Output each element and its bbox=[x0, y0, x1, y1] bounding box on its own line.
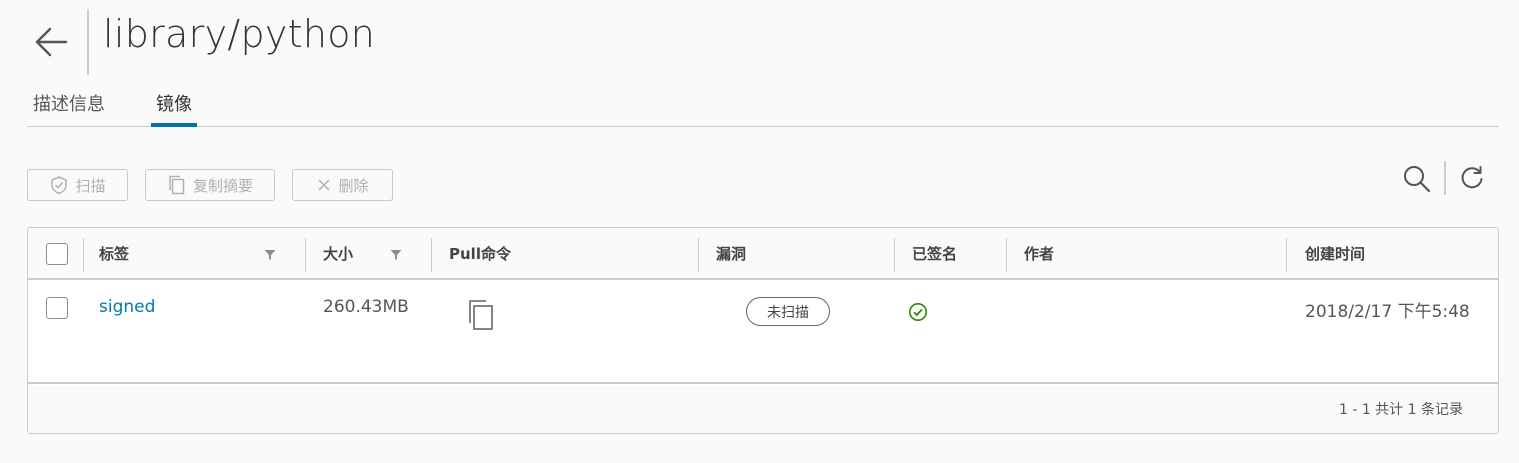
table-footer: 1 - 1 共计 1 条记录 bbox=[28, 386, 1498, 433]
column-header-vulnerability[interactable]: 漏洞 bbox=[716, 243, 746, 264]
copy-icon bbox=[169, 175, 185, 195]
copy-digest-button-label: 复制摘要 bbox=[192, 176, 253, 195]
filter-icon[interactable] bbox=[390, 249, 402, 261]
column-header-tag[interactable]: 标签 bbox=[99, 243, 129, 264]
toolbar-divider bbox=[1444, 161, 1446, 195]
copy-pull-command-icon[interactable] bbox=[466, 298, 496, 332]
page-title: library/python bbox=[103, 12, 376, 56]
column-separator bbox=[83, 238, 84, 272]
column-separator bbox=[305, 238, 306, 272]
column-separator bbox=[431, 238, 432, 272]
column-separator bbox=[1286, 238, 1287, 272]
delete-button[interactable]: 删除 bbox=[292, 169, 393, 201]
tab-description[interactable]: 描述信息 bbox=[33, 90, 105, 126]
select-all-checkbox[interactable] bbox=[46, 243, 68, 265]
column-header-signed[interactable]: 已签名 bbox=[912, 243, 957, 264]
table-row[interactable]: signed 260.43MB 未扫描 2018/2/17 下午5:48 bbox=[28, 282, 1498, 384]
tab-images[interactable]: 镜像 bbox=[151, 90, 197, 127]
delete-button-label: 删除 bbox=[338, 176, 369, 195]
row-checkbox[interactable] bbox=[46, 297, 68, 319]
refresh-icon[interactable] bbox=[1458, 164, 1486, 192]
pagination-summary: 1 - 1 共计 1 条记录 bbox=[1338, 402, 1463, 418]
header-divider bbox=[87, 9, 89, 75]
vulnerability-status-badge[interactable]: 未扫描 bbox=[746, 297, 830, 326]
back-arrow-icon[interactable] bbox=[30, 22, 72, 62]
column-separator bbox=[1006, 238, 1007, 272]
column-header-author[interactable]: 作者 bbox=[1024, 243, 1054, 264]
column-header-created[interactable]: 创建时间 bbox=[1305, 243, 1365, 264]
images-table: 标签 大小 Pull命令 漏洞 已签名 作者 创建时间 signed 260.4… bbox=[27, 227, 1499, 434]
tag-link[interactable]: signed bbox=[99, 297, 155, 317]
column-header-pull-command[interactable]: Pull命令 bbox=[449, 243, 511, 264]
scan-button[interactable]: 扫描 bbox=[27, 169, 128, 201]
close-icon bbox=[318, 179, 331, 191]
copy-digest-button[interactable]: 复制摘要 bbox=[145, 169, 275, 201]
check-circle-icon bbox=[908, 302, 928, 322]
page-header: library/python bbox=[0, 0, 1519, 80]
shield-icon bbox=[51, 176, 68, 195]
column-separator bbox=[894, 238, 895, 272]
table-header: 标签 大小 Pull命令 漏洞 已签名 作者 创建时间 bbox=[28, 228, 1498, 280]
scan-button-label: 扫描 bbox=[75, 176, 106, 195]
tab-bar: 描述信息 镜像 bbox=[27, 84, 1499, 127]
search-icon[interactable] bbox=[1402, 164, 1432, 194]
image-size: 260.43MB bbox=[323, 297, 409, 317]
filter-icon[interactable] bbox=[264, 249, 276, 261]
column-header-size[interactable]: 大小 bbox=[323, 243, 353, 264]
image-created-time: 2018/2/17 下午5:48 bbox=[1305, 302, 1470, 322]
column-separator bbox=[698, 238, 699, 272]
